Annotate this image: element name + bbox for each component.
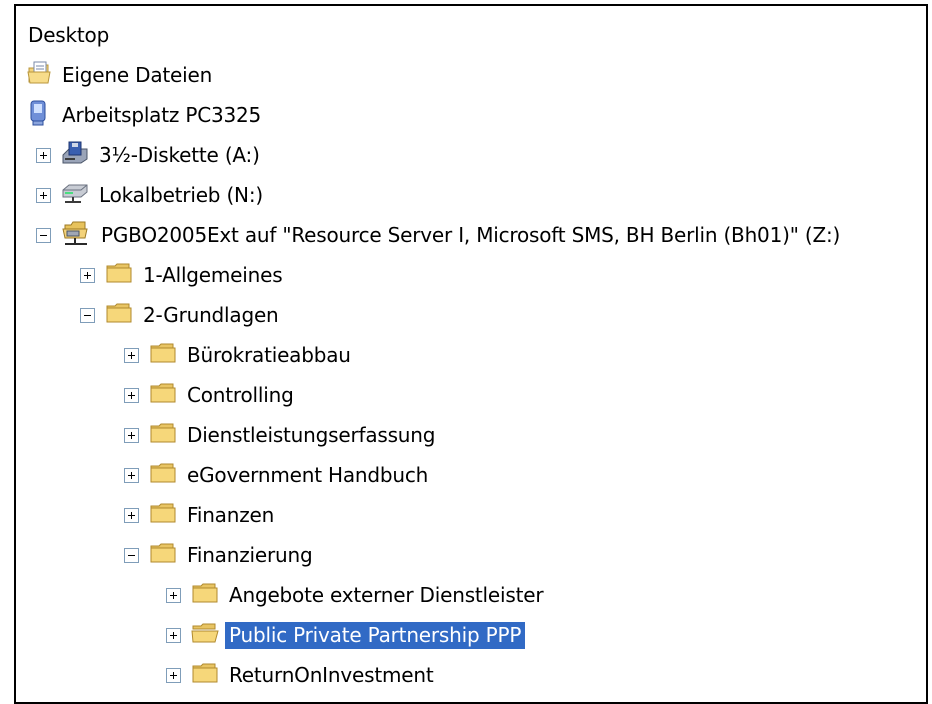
tree-item-public-private-partnership[interactable]: Public Private Partnership PPP <box>166 618 526 652</box>
folder-icon <box>149 422 177 448</box>
my-documents-icon <box>26 61 52 89</box>
tree-item-angebote-externer-dienstleister[interactable]: Angebote externer Dienstleister <box>166 578 547 612</box>
folder-icon <box>149 382 177 408</box>
expand-plus-icon[interactable] <box>166 627 181 643</box>
tree-item-lokalbetrieb[interactable]: Lokalbetrieb (N:) <box>36 178 267 212</box>
expand-plus-icon[interactable] <box>124 387 139 403</box>
network-drive-icon <box>61 182 89 208</box>
tree-item-label: Dienstleistungserfassung <box>187 422 436 447</box>
folder-icon <box>191 662 219 688</box>
collapse-minus-icon[interactable] <box>36 227 51 243</box>
network-share-icon <box>61 220 91 250</box>
tree-item-label-selected: Public Private Partnership PPP <box>225 621 526 649</box>
tree-item-label: eGovernment Handbuch <box>187 462 429 487</box>
tree-item-1-allgemeines[interactable]: 1-Allgemeines <box>80 258 286 292</box>
tree-item-egovernment-handbuch[interactable]: eGovernment Handbuch <box>124 458 432 492</box>
tree-item-return-on-investment[interactable]: ReturnOnInvestment <box>166 658 437 692</box>
tree-item-dienstleistungserfassung[interactable]: Dienstleistungserfassung <box>124 418 439 452</box>
tree-item-eigene-dateien[interactable]: Eigene Dateien <box>26 58 216 92</box>
tree-item-label: Arbeitsplatz PC3325 <box>62 102 262 127</box>
tree-item-desktop[interactable]: Desktop <box>26 18 113 52</box>
expand-plus-icon[interactable] <box>36 187 51 203</box>
folder-open-icon <box>149 542 177 568</box>
folder-icon <box>149 502 177 528</box>
folder-tree-panel: Desktop Eigene Dateien Arbeitsplatz PC33… <box>14 4 928 704</box>
expand-plus-icon[interactable] <box>166 667 181 683</box>
tree-item-network-share-z[interactable]: PGBO2005Ext auf "Resource Server I, Micr… <box>36 218 844 252</box>
tree-item-label: Eigene Dateien <box>62 62 213 87</box>
tree-item-label: Lokalbetrieb (N:) <box>99 182 263 207</box>
tree-item-diskette[interactable]: 3½-Diskette (A:) <box>36 138 264 172</box>
tree-item-2-grundlagen[interactable]: 2-Grundlagen <box>80 298 283 332</box>
tree-item-controlling[interactable]: Controlling <box>124 378 298 412</box>
tree-item-label: Desktop <box>28 22 110 47</box>
tree-item-arbeitsplatz[interactable]: Arbeitsplatz PC3325 <box>26 98 265 132</box>
folder-icon <box>105 262 133 288</box>
tree-item-buerokratieabbau[interactable]: Bürokratieabbau <box>124 338 355 372</box>
tree-item-label: 3½-Diskette (A:) <box>99 142 260 167</box>
expand-plus-icon[interactable] <box>124 347 139 363</box>
tree-item-finanzierung[interactable]: Finanzierung <box>124 538 316 572</box>
expand-plus-icon[interactable] <box>124 467 139 483</box>
expand-plus-icon[interactable] <box>36 147 51 163</box>
folder-icon <box>149 462 177 488</box>
tree-item-label: Bürokratieabbau <box>187 342 351 367</box>
folder-icon <box>191 582 219 608</box>
folder-open-icon <box>105 302 133 328</box>
folder-icon <box>149 342 177 368</box>
tree-item-label: Angebote externer Dienstleister <box>229 582 544 607</box>
collapse-minus-icon[interactable] <box>124 547 139 563</box>
tree-item-label: 1-Allgemeines <box>143 262 283 287</box>
expand-plus-icon[interactable] <box>124 427 139 443</box>
expand-plus-icon[interactable] <box>80 267 95 283</box>
tree-item-label: Controlling <box>187 382 294 407</box>
tree-item-label: Finanzierung <box>187 542 313 567</box>
tree-item-label: 2-Grundlagen <box>143 302 279 327</box>
tree-item-finanzen[interactable]: Finanzen <box>124 498 278 532</box>
tree-item-label: Finanzen <box>187 502 275 527</box>
expand-plus-icon[interactable] <box>124 507 139 523</box>
my-computer-icon <box>26 100 52 130</box>
floppy-drive-icon <box>61 141 89 169</box>
tree-item-label: PGBO2005Ext auf "Resource Server I, Micr… <box>101 222 841 247</box>
expand-plus-icon[interactable] <box>166 587 181 603</box>
folder-open-icon <box>191 622 219 648</box>
collapse-minus-icon[interactable] <box>80 307 95 323</box>
tree-item-label: ReturnOnInvestment <box>229 662 434 687</box>
